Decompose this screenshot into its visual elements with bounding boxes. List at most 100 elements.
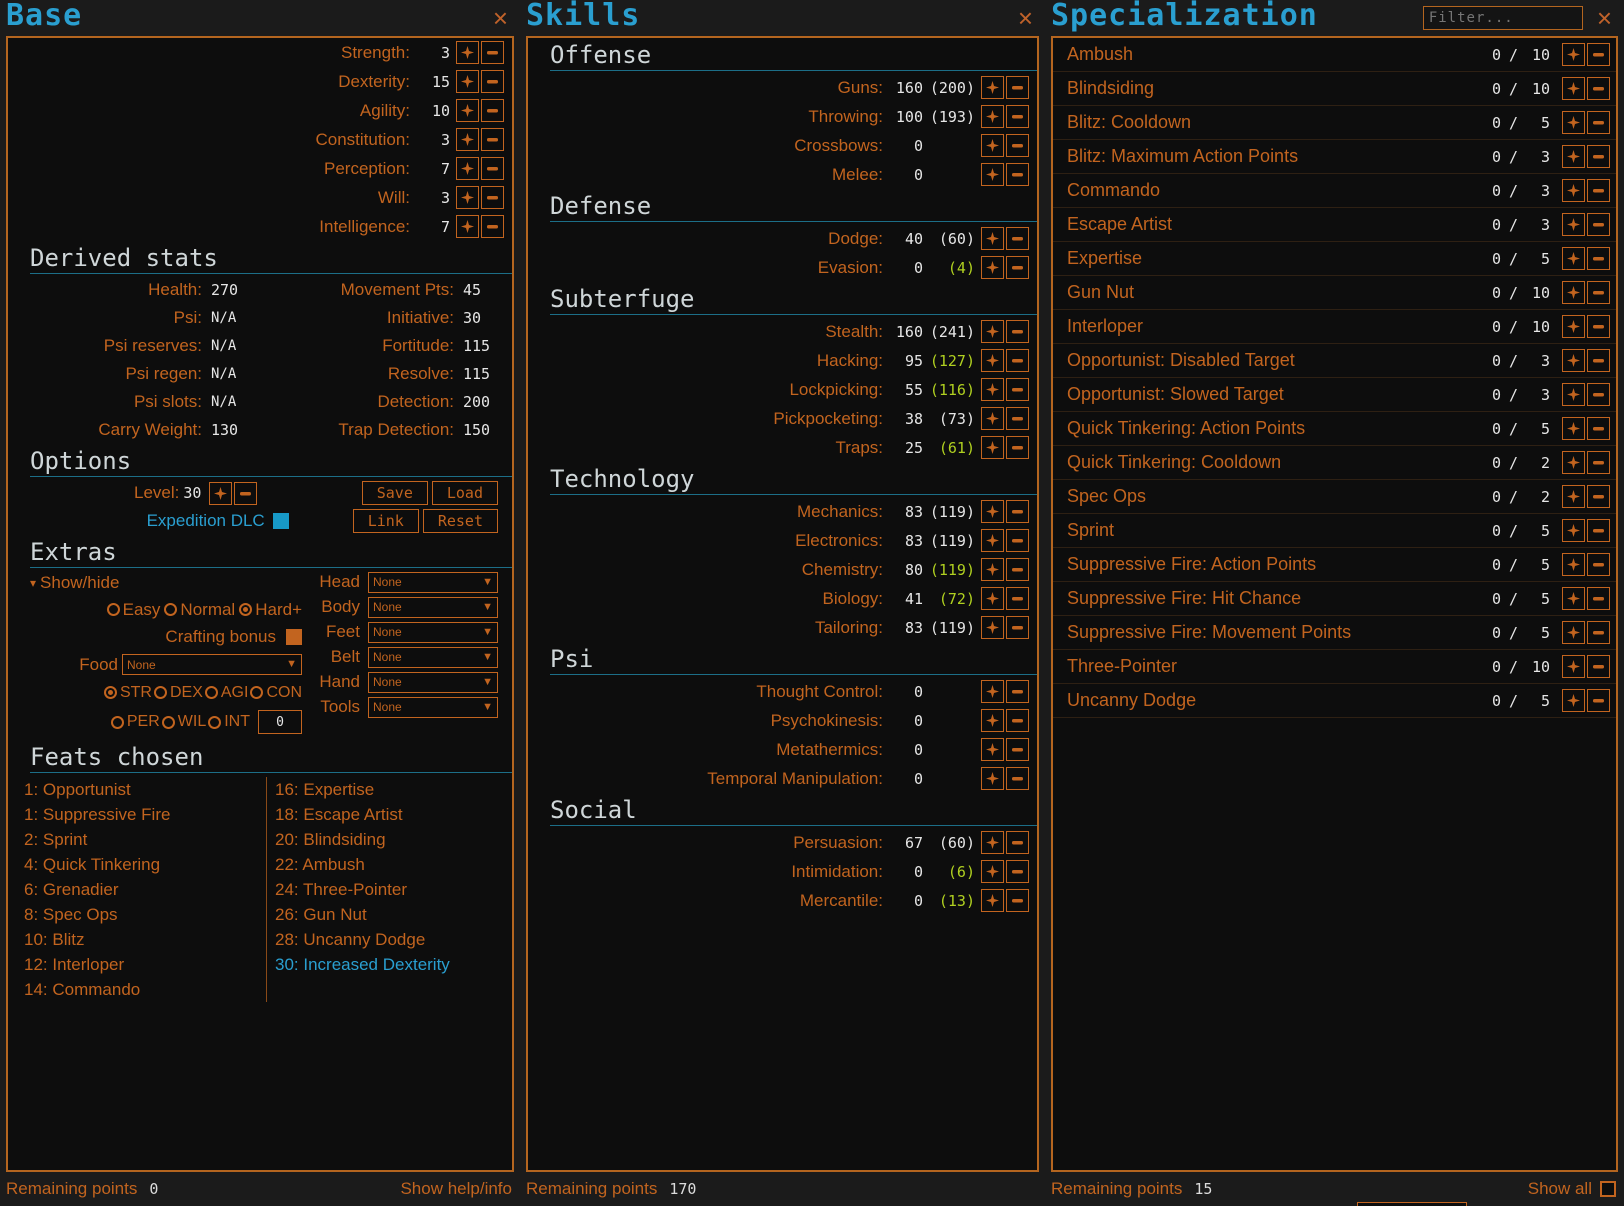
- increment-button[interactable]: [981, 709, 1004, 732]
- increment-button[interactable]: [981, 436, 1004, 459]
- increment-button[interactable]: [981, 889, 1004, 912]
- decrement-button[interactable]: [1006, 500, 1029, 523]
- increment-button[interactable]: [456, 215, 479, 238]
- decrement-button[interactable]: [481, 99, 504, 122]
- decrement-button[interactable]: [481, 70, 504, 93]
- increment-button[interactable]: [1562, 213, 1585, 236]
- hidden-bottom-button[interactable]: [1357, 1202, 1467, 1206]
- increment-button[interactable]: [1562, 519, 1585, 542]
- decrement-button[interactable]: [1006, 378, 1029, 401]
- decrement-button[interactable]: [1006, 320, 1029, 343]
- decrement-button[interactable]: [1587, 145, 1610, 168]
- feet-select[interactable]: None ▼: [368, 621, 498, 643]
- decrement-button[interactable]: [1587, 519, 1610, 542]
- decrement-button[interactable]: [1006, 860, 1029, 883]
- show-all-checkbox[interactable]: [1600, 1181, 1616, 1197]
- increment-button[interactable]: [1562, 43, 1585, 66]
- decrement-button[interactable]: [1006, 105, 1029, 128]
- decrement-button[interactable]: [1587, 655, 1610, 678]
- increment-button[interactable]: [981, 407, 1004, 430]
- decrement-button[interactable]: [1006, 349, 1029, 372]
- increment-button[interactable]: [981, 680, 1004, 703]
- decrement-button[interactable]: [481, 186, 504, 209]
- increment-button[interactable]: [981, 831, 1004, 854]
- decrement-button[interactable]: [1006, 436, 1029, 459]
- close-icon[interactable]: ×: [1593, 5, 1616, 31]
- decrement-button[interactable]: [1006, 256, 1029, 279]
- tools-select[interactable]: None ▼: [368, 696, 498, 718]
- attr-radio-wil[interactable]: WIL: [161, 713, 206, 731]
- decrement-button[interactable]: [1587, 451, 1610, 474]
- decrement-button[interactable]: [1006, 134, 1029, 157]
- decrement-button[interactable]: [1006, 227, 1029, 250]
- increment-button[interactable]: [1562, 485, 1585, 508]
- increment-button[interactable]: [981, 587, 1004, 610]
- decrement-button[interactable]: [1587, 281, 1610, 304]
- decrement-button[interactable]: [481, 157, 504, 180]
- decrement-button[interactable]: [1006, 767, 1029, 790]
- increment-button[interactable]: [981, 529, 1004, 552]
- head-select[interactable]: None ▼: [368, 571, 498, 593]
- increment-button[interactable]: [981, 349, 1004, 372]
- decrement-button[interactable]: [1587, 77, 1610, 100]
- increment-button[interactable]: [981, 320, 1004, 343]
- increment-button[interactable]: [456, 99, 479, 122]
- decrement-button[interactable]: [1587, 111, 1610, 134]
- increment-button[interactable]: [981, 76, 1004, 99]
- show-help-info-link[interactable]: Show help/info: [400, 1179, 512, 1199]
- load-button[interactable]: Load: [431, 481, 498, 505]
- belt-select[interactable]: None ▼: [368, 646, 498, 668]
- attribute-bonus-input[interactable]: 0: [258, 710, 302, 734]
- increment-button[interactable]: [981, 134, 1004, 157]
- increment-button[interactable]: [1562, 281, 1585, 304]
- level-increment-button[interactable]: [209, 481, 233, 505]
- decrement-button[interactable]: [1587, 485, 1610, 508]
- decrement-button[interactable]: [1587, 587, 1610, 610]
- decrement-button[interactable]: [1006, 76, 1029, 99]
- hand-select[interactable]: None ▼: [368, 671, 498, 693]
- food-select[interactable]: None ▼: [122, 654, 302, 675]
- reset-button[interactable]: Reset: [422, 509, 498, 533]
- decrement-button[interactable]: [1006, 709, 1029, 732]
- decrement-button[interactable]: [1587, 315, 1610, 338]
- difficulty-option-normal[interactable]: Normal: [164, 600, 235, 620]
- decrement-button[interactable]: [1587, 349, 1610, 372]
- decrement-button[interactable]: [1587, 417, 1610, 440]
- increment-button[interactable]: [1562, 587, 1585, 610]
- increment-button[interactable]: [1562, 655, 1585, 678]
- decrement-button[interactable]: [1587, 689, 1610, 712]
- decrement-button[interactable]: [1006, 163, 1029, 186]
- decrement-button[interactable]: [1587, 43, 1610, 66]
- decrement-button[interactable]: [1006, 680, 1029, 703]
- decrement-button[interactable]: [1587, 621, 1610, 644]
- link-button[interactable]: Link: [352, 509, 419, 533]
- increment-button[interactable]: [1562, 349, 1585, 372]
- increment-button[interactable]: [981, 738, 1004, 761]
- increment-button[interactable]: [981, 616, 1004, 639]
- increment-button[interactable]: [981, 860, 1004, 883]
- decrement-button[interactable]: [1587, 247, 1610, 270]
- decrement-button[interactable]: [1006, 738, 1029, 761]
- decrement-button[interactable]: [481, 215, 504, 238]
- close-icon[interactable]: ×: [1014, 5, 1037, 31]
- increment-button[interactable]: [981, 378, 1004, 401]
- increment-button[interactable]: [1562, 77, 1585, 100]
- increment-button[interactable]: [1562, 553, 1585, 576]
- close-icon[interactable]: ×: [489, 5, 512, 31]
- attr-radio-dex[interactable]: DEX: [153, 684, 203, 702]
- save-button[interactable]: Save: [361, 481, 428, 505]
- decrement-button[interactable]: [1006, 407, 1029, 430]
- decrement-button[interactable]: [1006, 558, 1029, 581]
- decrement-button[interactable]: [1006, 889, 1029, 912]
- attr-radio-per[interactable]: PER: [110, 713, 160, 731]
- decrement-button[interactable]: [1006, 529, 1029, 552]
- increment-button[interactable]: [981, 558, 1004, 581]
- decrement-button[interactable]: [1006, 587, 1029, 610]
- increment-button[interactable]: [1562, 315, 1585, 338]
- level-decrement-button[interactable]: [234, 481, 258, 505]
- increment-button[interactable]: [1562, 451, 1585, 474]
- body-select[interactable]: None ▼: [368, 596, 498, 618]
- increment-button[interactable]: [1562, 417, 1585, 440]
- increment-button[interactable]: [456, 186, 479, 209]
- increment-button[interactable]: [1562, 111, 1585, 134]
